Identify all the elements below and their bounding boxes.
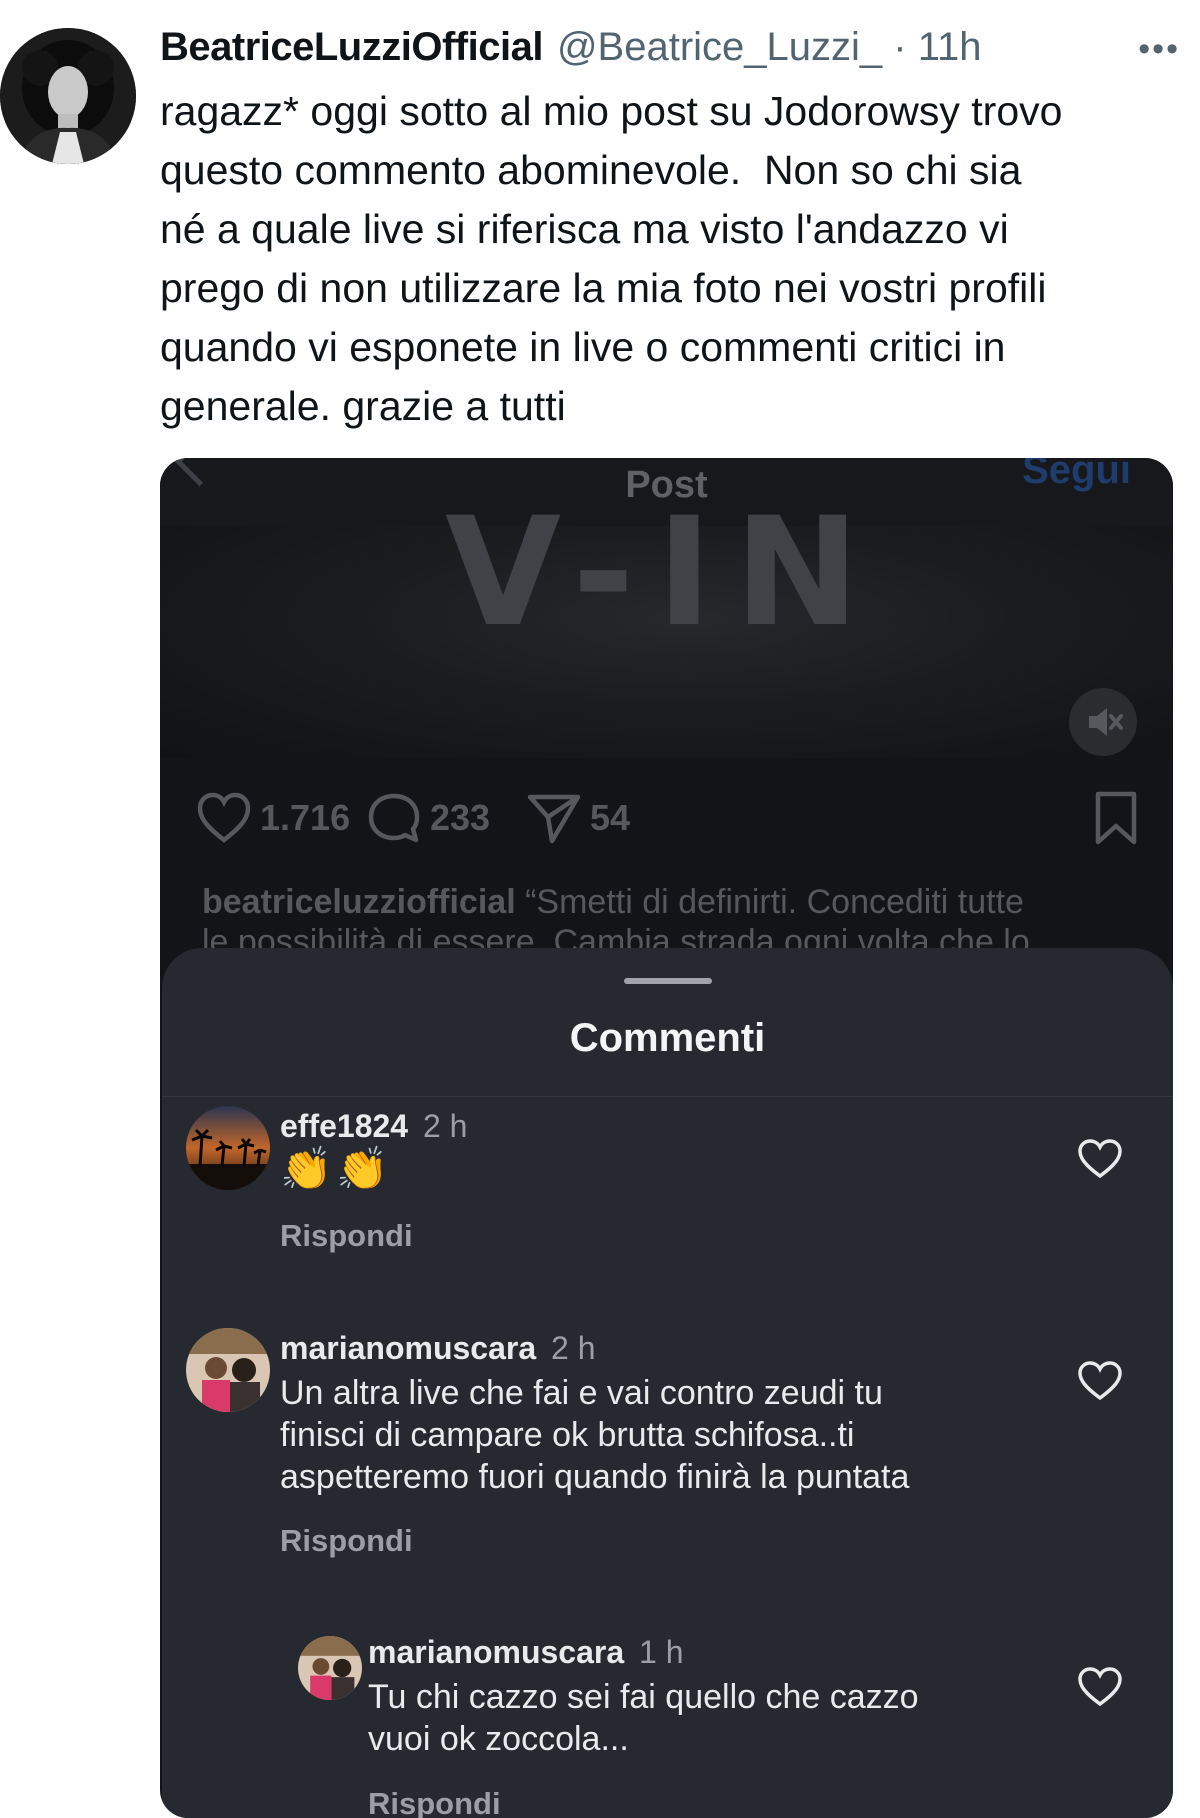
comment-header: effe1824 2 h — [280, 1108, 467, 1145]
share-action: 54 — [526, 783, 630, 853]
more-horizontal-icon[interactable]: ••• — [1138, 30, 1180, 69]
caption-text-line1: “Smetti di definirti. Concediti tutte — [515, 883, 1024, 921]
heart-icon — [1078, 1361, 1122, 1401]
comment-text: 👏👏 — [280, 1145, 393, 1192]
photo-overlay-text: V-IN — [445, 486, 882, 660]
comment-username: marianomuscara — [280, 1330, 537, 1366]
comments-title: Commenti — [569, 1016, 766, 1060]
bookmark-icon — [1095, 791, 1137, 845]
instagram-post-photo: V-IN — [160, 486, 1173, 758]
reply-label: Rispondi — [280, 1523, 413, 1558]
reply-label: Rispondi — [368, 1786, 501, 1818]
comment-time: 1 h — [639, 1634, 684, 1670]
handle-and-time[interactable]: @Beatrice_Luzzi_ · 11h — [557, 25, 982, 70]
commenter-avatar — [298, 1636, 362, 1700]
comment-username: marianomuscara — [368, 1634, 625, 1670]
comments-sheet: Commenti effe1824 2 h 👏👏 Rispondi marian… — [162, 948, 1173, 1818]
heart-icon — [197, 792, 251, 843]
sheet-drag-handle — [624, 978, 712, 984]
shares-count: 54 — [590, 797, 631, 838]
commenter-avatar — [186, 1328, 270, 1412]
comment-header: marianomuscara 2 h — [280, 1330, 596, 1367]
comment-bubble-icon — [368, 793, 420, 843]
profile-avatar[interactable] — [0, 28, 136, 164]
comment-username: effe1824 — [280, 1108, 409, 1144]
comment-header: marianomuscara 1 h — [368, 1634, 684, 1671]
commenter-avatar — [186, 1106, 270, 1190]
comment-text: Tu chi cazzo sei fai quello che cazzo vu… — [368, 1678, 919, 1758]
save-action — [1092, 783, 1140, 853]
likes-count: 1.716 — [260, 797, 351, 838]
reply-label: Rispondi — [280, 1218, 413, 1253]
tweet-header: BeatriceLuzziOfficial @Beatrice_Luzzi_ ·… — [160, 22, 1180, 72]
comment-text: Un altra live che fai e vai contro zeudi… — [280, 1374, 910, 1496]
follow-label: Segui — [1022, 458, 1131, 492]
tweet-text: ragazz* oggi sotto al mio post su Jodoro… — [160, 88, 1063, 429]
instagram-action-bar: 1.716 233 54 — [196, 783, 1140, 853]
divider — [162, 1096, 1173, 1097]
tweet-media-image[interactable]: Post Segui V-IN 1.716 233 54 beatriceluz… — [160, 458, 1173, 1818]
like-action: 1.716 — [196, 783, 350, 853]
heart-icon — [1078, 1139, 1122, 1179]
caption-username: beatriceluzziofficial — [202, 883, 516, 921]
send-icon — [527, 794, 581, 844]
display-name[interactable]: BeatriceLuzziOfficial — [160, 25, 543, 70]
heart-icon — [1078, 1667, 1122, 1707]
comments-count: 233 — [430, 797, 491, 838]
comment-time: 2 h — [551, 1330, 596, 1366]
comment-time: 2 h — [422, 1108, 468, 1144]
mute-icon — [1069, 688, 1137, 756]
comment-action: 233 — [366, 783, 490, 853]
